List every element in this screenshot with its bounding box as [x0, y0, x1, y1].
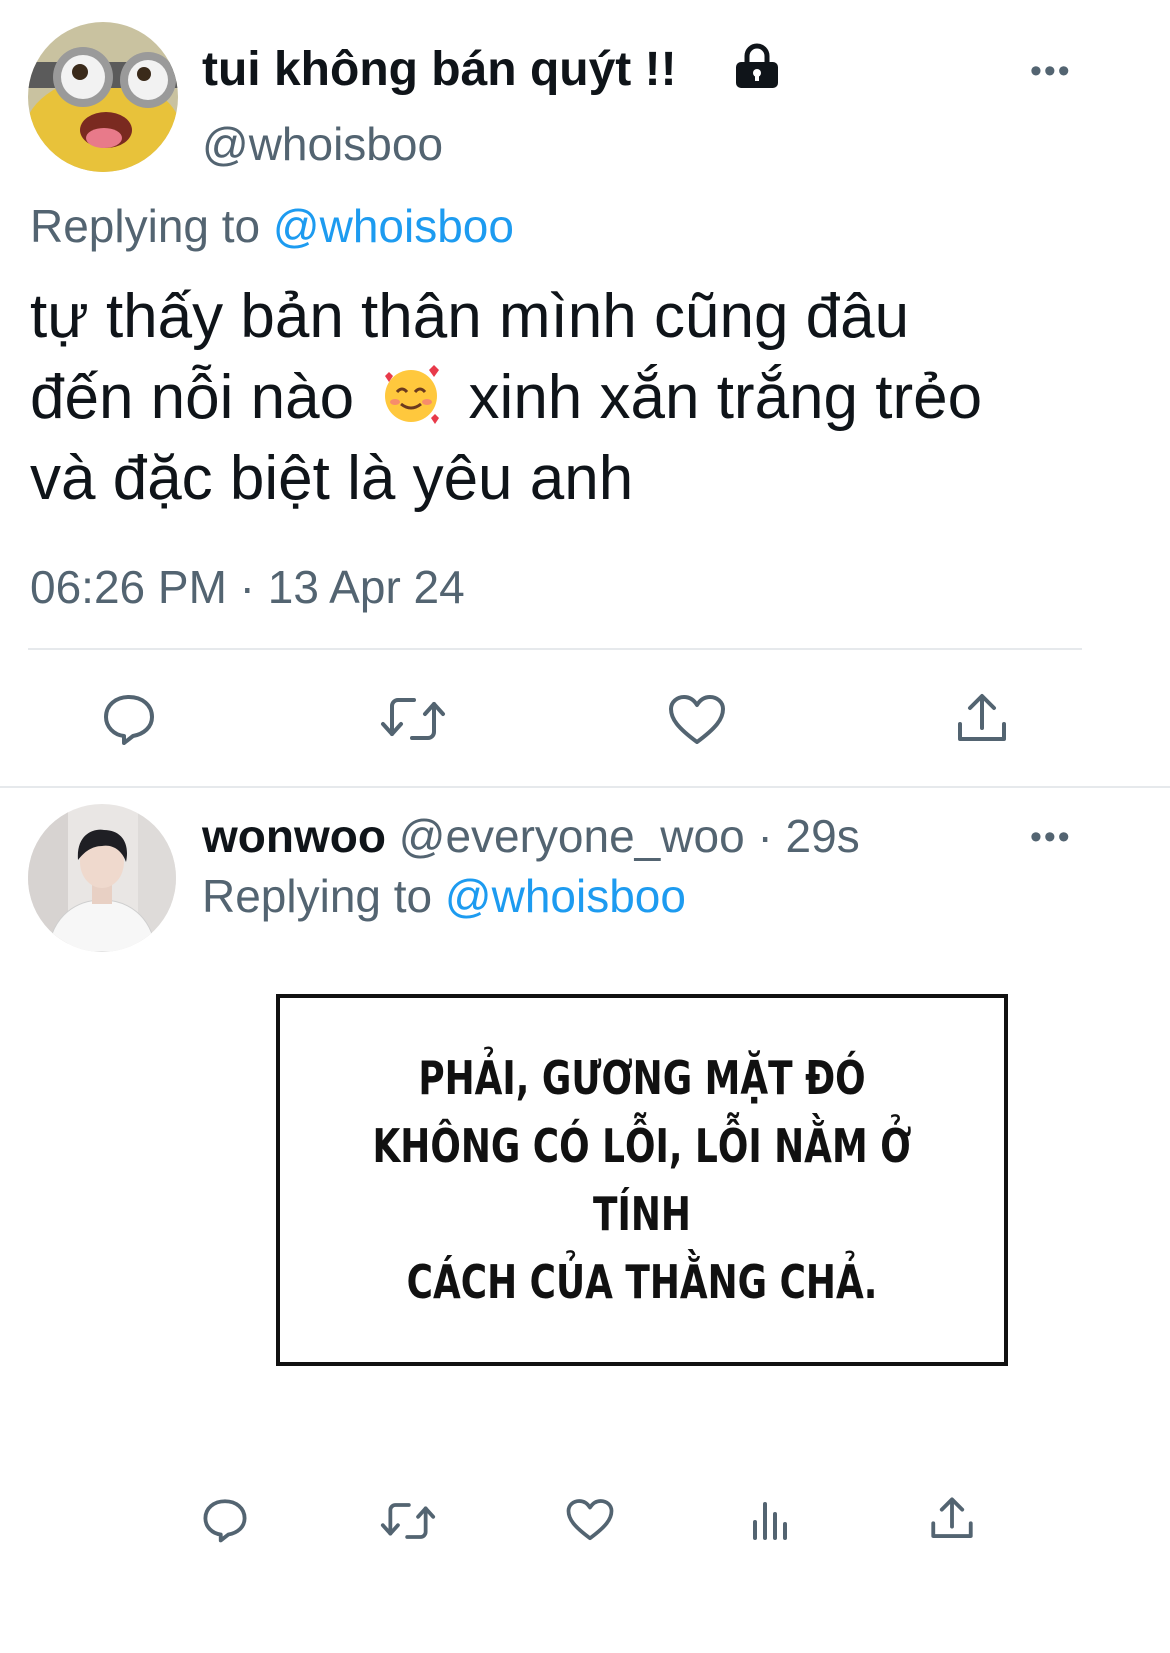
- replying-handle-link[interactable]: @whoisboo: [445, 870, 686, 922]
- tweet-text-segment: đến nỗi nào: [30, 363, 355, 432]
- image-caption-line: PHẢI, GƯƠNG MẶT ĐÓ: [418, 1051, 866, 1105]
- display-name[interactable]: wonwoo: [202, 810, 386, 862]
- tweet-text: tự thấy bản thân mình cũng đâu đến nỗi n…: [30, 276, 982, 519]
- image-caption-line: CÁCH CỦA THẰNG CHẢ.: [406, 1255, 878, 1309]
- tweet-text-segment: xinh xắn trắng trẻo: [468, 363, 983, 432]
- tweet-text-line: đến nỗi nào xinh xắn trắng trẻo: [30, 357, 982, 438]
- smiling-face-with-hearts-emoji: [379, 362, 443, 426]
- replying-handle-link[interactable]: @whoisboo: [273, 200, 514, 252]
- divider: [28, 648, 1082, 650]
- replying-label: Replying to: [30, 200, 261, 252]
- image-caption-line: KHÔNG CÓ LỖI, LỖI NẰM Ở TÍNH: [372, 1119, 912, 1241]
- attached-image[interactable]: PHẢI, GƯƠNG MẶT ĐÓ KHÔNG CÓ LỖI, LỖI NẰM…: [276, 994, 1008, 1366]
- like-icon[interactable]: [566, 1498, 614, 1542]
- share-icon[interactable]: [928, 1496, 976, 1542]
- timestamp[interactable]: 06:26 PM · 13 Apr 24: [30, 560, 465, 614]
- replying-to: Replying to @whoisboo: [30, 198, 514, 254]
- handle[interactable]: @everyone_woo: [399, 810, 745, 862]
- image-caption-text: PHẢI, GƯƠNG MẶT ĐÓ KHÔNG CÓ LỖI, LỖI NẰM…: [360, 1044, 925, 1316]
- separator: ·: [757, 810, 773, 862]
- reply-header: wonwoo @everyone_woo · 29s: [202, 810, 860, 862]
- tweet-text-line: và đặc biệt là yêu anh: [30, 444, 634, 513]
- share-icon[interactable]: [954, 692, 1010, 746]
- replying-to: Replying to @whoisboo: [202, 868, 686, 924]
- analytics-icon[interactable]: [750, 1498, 792, 1542]
- reply-icon[interactable]: [102, 692, 156, 746]
- reply-icon[interactable]: [202, 1497, 248, 1543]
- more-options-button[interactable]: •••: [1030, 820, 1072, 854]
- retweet-icon[interactable]: [380, 1500, 436, 1542]
- avatar-whoisboo[interactable]: [28, 22, 178, 172]
- like-icon[interactable]: [668, 694, 726, 746]
- replying-label: Replying to: [202, 870, 433, 922]
- more-options-button[interactable]: •••: [1030, 54, 1072, 88]
- lock-icon: [734, 42, 780, 90]
- retweet-icon[interactable]: [380, 694, 446, 744]
- tweet-text-line: tự thấy bản thân mình cũng đâu: [30, 282, 910, 351]
- divider: [0, 786, 1170, 788]
- display-name[interactable]: tui không bán quýt !!: [202, 42, 677, 98]
- relative-time[interactable]: 29s: [786, 810, 860, 862]
- handle[interactable]: @whoisboo: [202, 118, 443, 170]
- avatar-everyone-woo[interactable]: [28, 804, 176, 952]
